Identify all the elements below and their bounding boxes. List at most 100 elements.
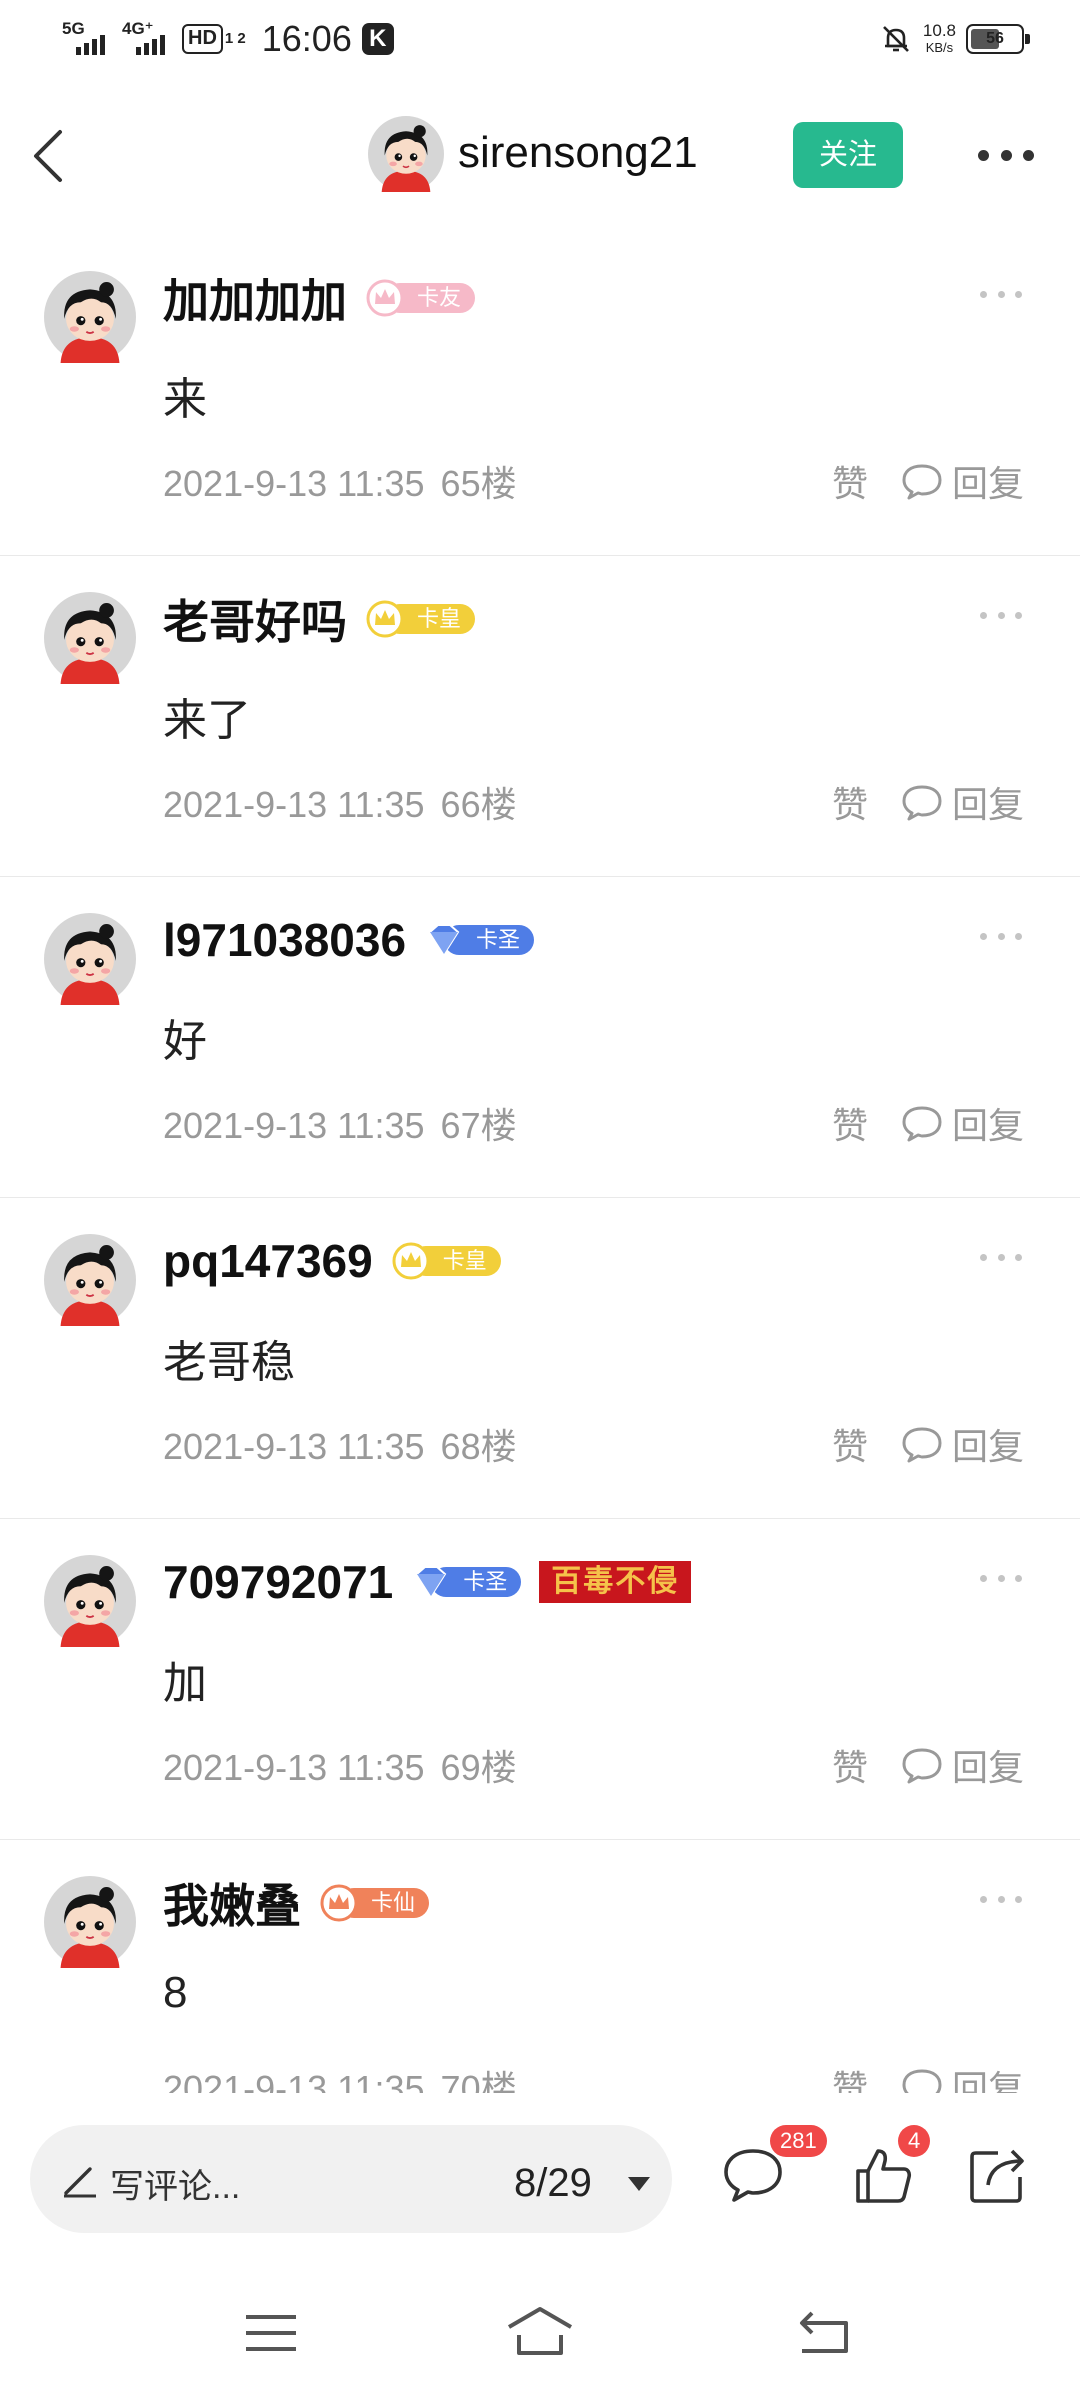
- comment-meta: 2021-9-13 11:35 69楼: [163, 1739, 517, 1791]
- network-speed: 10.8 KB/s: [923, 22, 956, 56]
- system-nav-bar: [0, 2303, 1080, 2363]
- like-button[interactable]: 赞: [832, 2060, 868, 2093]
- comment-item: 709792071 卡圣 百毒不侵 加 2021-9-13 11:35 69楼 赞…: [0, 1519, 1080, 1840]
- reply-button[interactable]: 回复: [900, 1418, 1024, 1470]
- level-badge-icon: [366, 279, 404, 317]
- commenter-avatar[interactable]: [44, 1555, 136, 1647]
- like-button[interactable]: 赞: [832, 1418, 868, 1470]
- commenter-avatar[interactable]: [44, 271, 136, 363]
- comment-meta: 2021-9-13 11:35 66楼: [163, 776, 517, 828]
- comment-meta: 2021-9-13 11:35 70楼: [163, 2060, 517, 2093]
- commenter-avatar[interactable]: [44, 913, 136, 1005]
- reply-label: 回复: [952, 784, 1025, 825]
- comment-more-button[interactable]: [980, 933, 1022, 941]
- like-count-badge: 4: [898, 2125, 931, 2157]
- back-button[interactable]: [28, 126, 72, 186]
- reply-label: 回复: [952, 1426, 1025, 1467]
- reply-label: 回复: [952, 1747, 1025, 1788]
- signal-4g-icon: 4G⁺: [122, 19, 172, 59]
- like-button[interactable]: 赞: [832, 1097, 868, 1149]
- comment-more-button[interactable]: [980, 1575, 1022, 1583]
- comment-floor: 70楼: [440, 2068, 517, 2093]
- level-badge-icon: [428, 924, 460, 956]
- commenter-name[interactable]: 老哥好吗: [163, 586, 347, 652]
- comment-time: 2021-9-13 11:35: [163, 784, 425, 825]
- battery-icon: 56: [966, 24, 1030, 54]
- comment-time: 2021-9-13 11:35: [163, 1105, 425, 1146]
- caret-down-icon[interactable]: [626, 2175, 652, 2193]
- comment-time: 2021-9-13 11:35: [163, 463, 425, 504]
- menu-icon: [246, 2315, 296, 2351]
- nav-home-button[interactable]: [505, 2303, 575, 2363]
- comment-input[interactable]: 写评论... 8/29: [30, 2125, 672, 2233]
- commenter-name[interactable]: 加加加加: [163, 265, 347, 331]
- comment-more-button[interactable]: [980, 1896, 1022, 1904]
- battery-level: 56: [986, 30, 1004, 47]
- comment-meta: 2021-9-13 11:35 68楼: [163, 1418, 517, 1470]
- share-button[interactable]: [962, 2139, 1032, 2209]
- commenter-avatar[interactable]: [44, 1234, 136, 1326]
- nav-back-button[interactable]: [788, 2303, 858, 2363]
- like-thread-button[interactable]: 4: [848, 2125, 931, 2209]
- page-indicator[interactable]: 8/29: [514, 2161, 592, 2206]
- author-avatar[interactable]: [368, 116, 444, 192]
- comment-count-badge: 281: [770, 2125, 827, 2157]
- comment-more-button[interactable]: [980, 612, 1022, 620]
- level-badge: 卡友: [365, 278, 476, 318]
- comment-floor: 66楼: [440, 784, 517, 825]
- reply-button[interactable]: 回复: [900, 1097, 1024, 1149]
- like-button[interactable]: 赞: [832, 1739, 868, 1791]
- reply-button[interactable]: 回复: [900, 1739, 1024, 1791]
- like-button[interactable]: 赞: [832, 776, 868, 828]
- commenter-name[interactable]: pq147369: [163, 1234, 373, 1288]
- comment-time: 2021-9-13 11:35: [163, 2068, 425, 2093]
- like-button[interactable]: 赞: [832, 455, 868, 507]
- app-notification-icon: K: [361, 23, 394, 55]
- level-badge: 卡皇: [365, 599, 476, 639]
- comment-text: 老哥稳: [163, 1338, 295, 1387]
- reply-bubble-icon: [902, 1106, 942, 1142]
- comment-more-button[interactable]: [980, 291, 1022, 299]
- comment-list[interactable]: 加加加加 卡友 来 2021-9-13 11:35 65楼 赞 回复 老哥好吗 卡…: [0, 235, 1080, 2093]
- comment-input-placeholder: 写评论...: [110, 2168, 241, 2206]
- reply-label: 回复: [952, 2068, 1025, 2093]
- commenter-name[interactable]: l971038036: [163, 913, 406, 967]
- comments-button[interactable]: 281: [718, 2125, 827, 2209]
- reply-button[interactable]: 回复: [900, 776, 1024, 828]
- commenter-avatar[interactable]: [44, 1876, 136, 1968]
- commenter-name[interactable]: 我嫩叠: [163, 1870, 301, 1936]
- reply-button[interactable]: 回复: [900, 2060, 1024, 2093]
- nav-menu-button[interactable]: [236, 2303, 306, 2363]
- comment-meta: 2021-9-13 11:35 67楼: [163, 1097, 517, 1149]
- more-options-button[interactable]: [978, 140, 1034, 170]
- commenter-avatar[interactable]: [44, 592, 136, 684]
- net-speed-value: 10.8: [922, 21, 956, 40]
- comment-floor: 69楼: [440, 1747, 517, 1788]
- comment-text: 好: [163, 1017, 207, 1066]
- comment-more-button[interactable]: [980, 1254, 1022, 1262]
- reply-label: 回复: [952, 1105, 1025, 1146]
- author-username[interactable]: sirensong21: [458, 128, 698, 178]
- status-bar: 5G 4G⁺ HD 1 2 16:06 K 10.8 KB/s 56: [0, 0, 1080, 80]
- hd-sub-label: 1 2: [224, 30, 246, 47]
- home-icon: [507, 2307, 573, 2355]
- commenter-name[interactable]: 709792071: [163, 1555, 393, 1609]
- comment-text: 来了: [163, 696, 251, 745]
- reply-button[interactable]: 回复: [900, 455, 1024, 507]
- nav-back-icon: [800, 2311, 848, 2353]
- reply-bubble-icon: [902, 1427, 942, 1463]
- comment-floor: 67楼: [440, 1105, 517, 1146]
- pen-icon: [64, 2167, 96, 2198]
- level-badge-icon: [415, 1566, 447, 1598]
- share-icon: [970, 2149, 1024, 2203]
- level-badge-icon: [392, 1242, 430, 1280]
- comment-item: 老哥好吗 卡皇 来了 2021-9-13 11:35 66楼 赞 回复: [0, 556, 1080, 877]
- level-badge-icon: [320, 1884, 358, 1922]
- chevron-left-icon: [34, 130, 62, 182]
- follow-button[interactable]: 关注: [793, 122, 903, 188]
- level-badge: 卡皇: [391, 1241, 501, 1281]
- comment-floor: 68楼: [440, 1426, 517, 1467]
- comment-meta: 2021-9-13 11:35 65楼: [163, 455, 517, 507]
- hd-voice-icon: HD: [182, 24, 223, 54]
- reply-bubble-icon: [902, 2069, 942, 2093]
